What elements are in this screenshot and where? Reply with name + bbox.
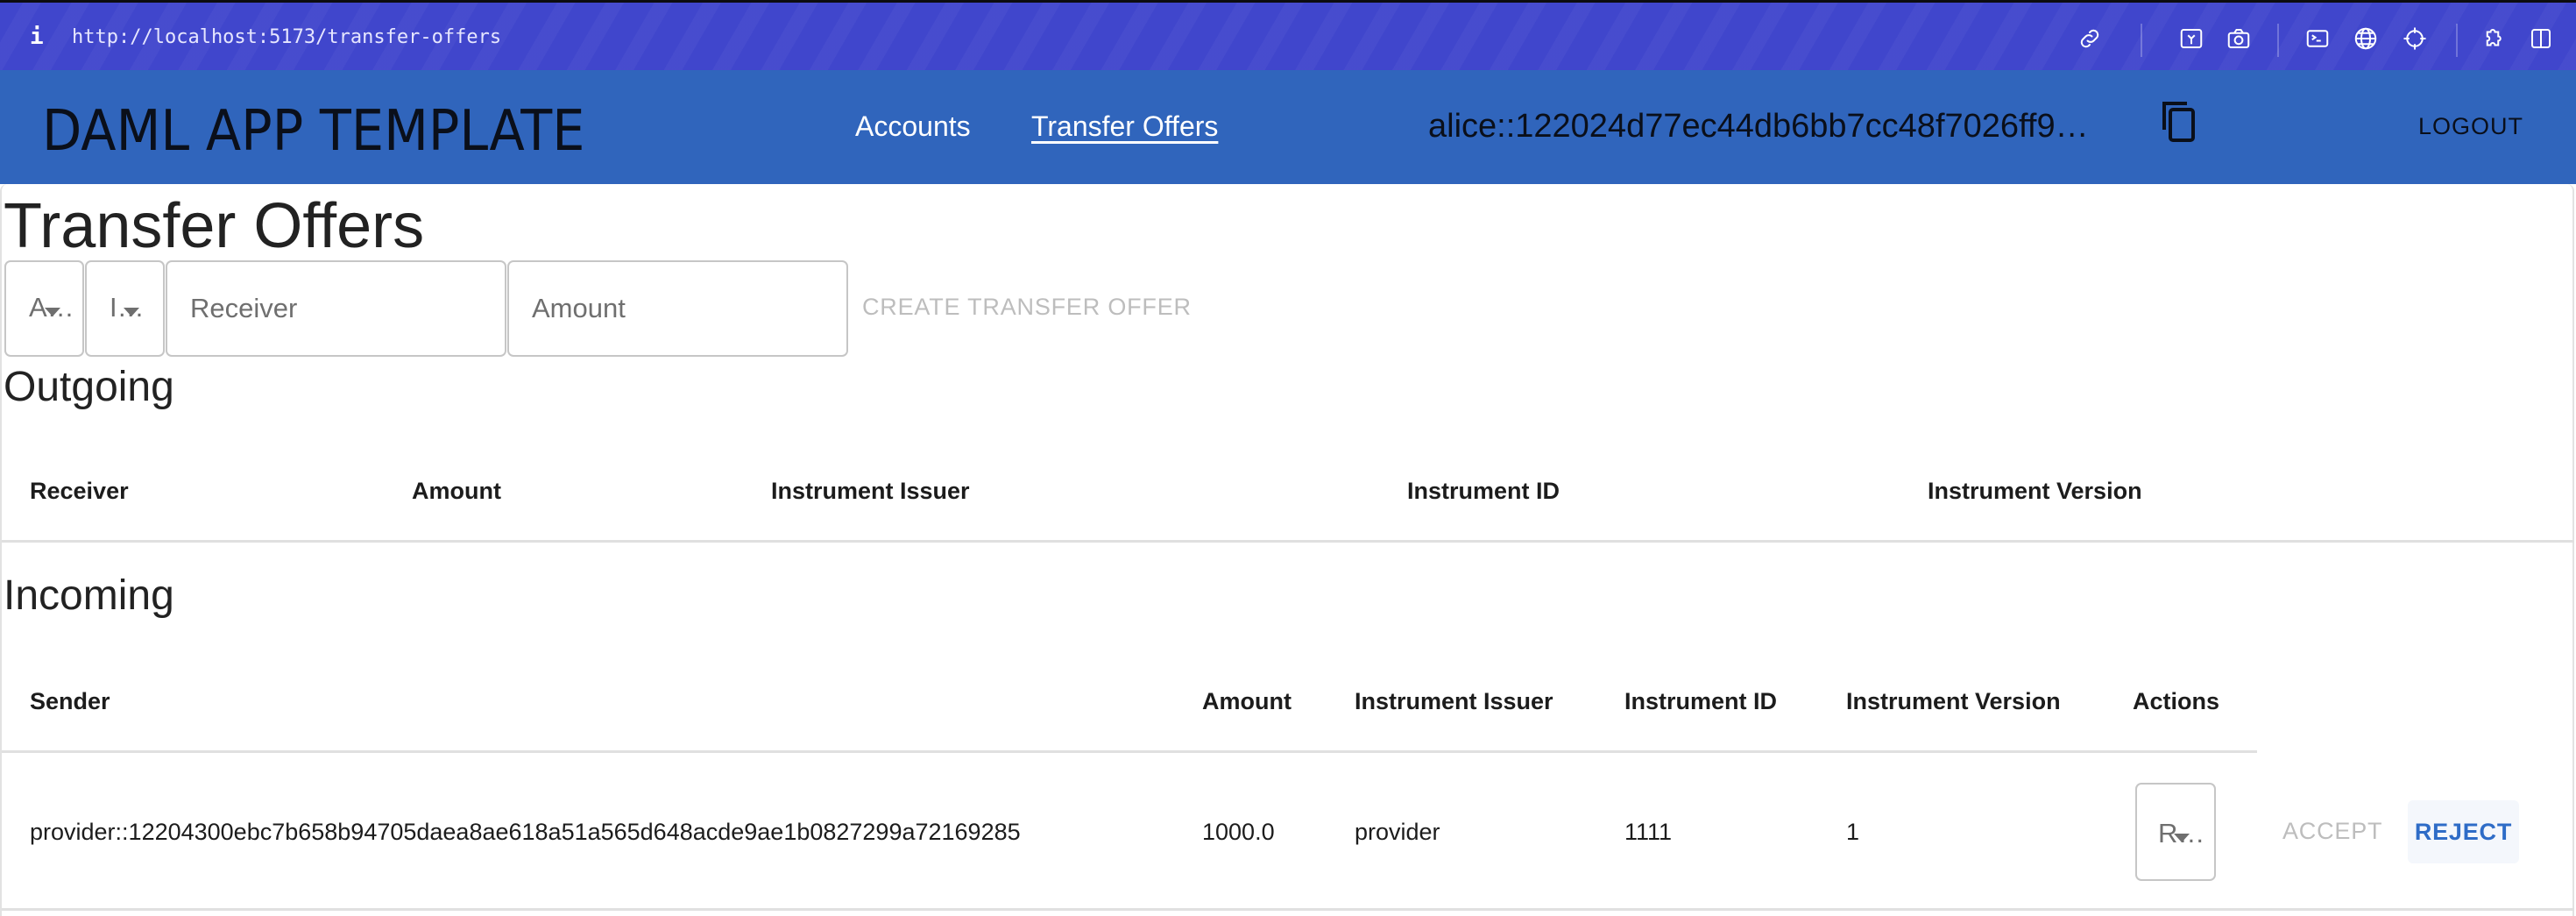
cell-instrument-issuer: provider [1355,819,1440,845]
copy-icon[interactable] [2161,100,2196,144]
cell-instrument-id: 1111 [1624,819,1673,845]
table-header-divider [2,750,2257,753]
link-icon[interactable] [2077,25,2103,52]
col-receiver: Receiver [30,478,129,504]
create-transfer-offer-button[interactable]: CREATE TRANSFER OFFER [862,291,1192,323]
toolbar-divider [2456,24,2458,57]
col-sender: Sender [30,688,110,714]
col-instrument-id: Instrument ID [1624,688,1778,714]
col-amount: Amount [412,478,501,504]
crosshair-icon[interactable] [2402,25,2428,52]
nav-transfer-offers[interactable]: Transfer Offers [1031,109,1218,144]
toolbar-divider [2277,24,2279,57]
col-instrument-id: Instrument ID [1407,478,1560,504]
address-bar[interactable]: http://localhost:5173/transfer-offers [72,25,501,50]
globe-icon[interactable] [2353,25,2379,52]
incoming-title: Incoming [4,572,174,619]
amount-placeholder: Amount [532,293,626,323]
col-instrument-version: Instrument Version [1846,688,2061,714]
accept-button[interactable]: ACCEPT [2282,815,2382,847]
page-title: Transfer Offers [4,191,425,261]
cell-sender: provider::12204300ebc7b658b94705daea8ae6… [30,819,1021,845]
instrument-select[interactable]: I… [85,260,165,357]
logout-button[interactable]: LOGOUT [2418,110,2523,142]
chevron-down-icon [45,308,60,316]
nav-accounts[interactable]: Accounts [855,109,971,144]
amount-input[interactable]: Amount [507,260,848,357]
reason-select[interactable]: R… [2135,783,2216,881]
table-row-divider [2,908,2574,911]
app-title: DAML APP TEMPLATE [42,99,585,164]
image-icon[interactable] [2178,25,2204,52]
col-instrument-version: Instrument Version [1928,478,2142,504]
info-icon[interactable]: i [30,25,47,49]
col-instrument-issuer: Instrument Issuer [1355,688,1553,714]
puzzle-icon[interactable] [2480,25,2506,52]
chevron-down-icon [124,308,139,316]
account-select[interactable]: A… [4,260,84,357]
chevron-down-icon [2174,834,2190,842]
reject-button[interactable]: REJECT [2408,800,2519,863]
app-header: DAML APP TEMPLATE Accounts Transfer Offe… [0,70,2576,184]
receiver-input[interactable]: Receiver [166,260,506,357]
main-content: Transfer Offers A… I… Receiver Amount CR… [0,184,2574,916]
col-actions: Actions [2133,688,2220,714]
table-divider [2,540,2574,543]
col-instrument-issuer: Instrument Issuer [771,478,970,504]
outgoing-title: Outgoing [4,364,174,410]
party-id: alice::122024d77ec44db6bb7cc48f7026ff9… [1428,108,2089,145]
receiver-placeholder: Receiver [190,293,298,323]
toolbar-divider [2141,24,2142,57]
sidebar-icon[interactable] [2528,25,2554,52]
terminal-icon[interactable] [2304,25,2331,52]
col-amount: Amount [1202,688,1292,714]
cell-instrument-version: 1 [1846,819,1860,845]
browser-toolbar: i http://localhost:5173/transfer-offers [0,0,2576,70]
camera-icon[interactable] [2226,25,2252,52]
cell-amount: 1000.0 [1202,819,1275,845]
